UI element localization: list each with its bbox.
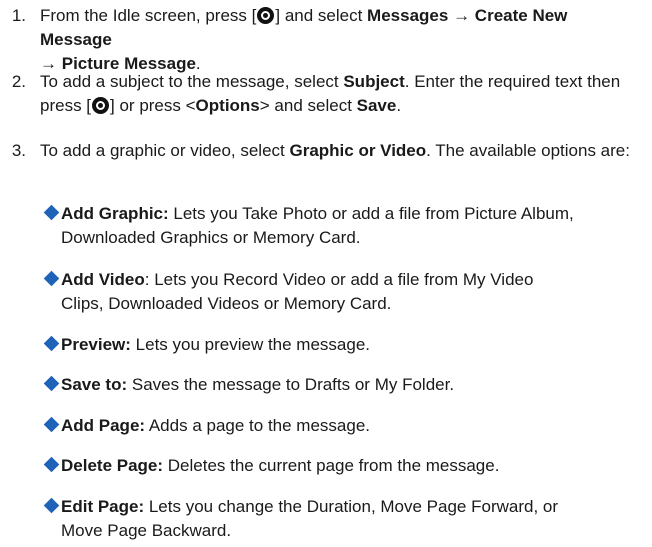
- menu-messages: Messages: [367, 6, 449, 25]
- option-text: Save to: Saves the message to Drafts or …: [61, 375, 454, 394]
- option-text: Add Page: Adds a page to the message.: [61, 416, 370, 435]
- step-text: To add a graphic or video, select: [40, 141, 290, 160]
- option-description: Lets you preview the message.: [130, 335, 371, 354]
- option-label: Edit Page:: [61, 497, 145, 516]
- step-3: 3. To add a graphic or video, select Gra…: [0, 139, 640, 163]
- option-description-continued: Move Page Backward.: [61, 521, 232, 540]
- option-add-video: Add Video: Lets you Record Video or add …: [43, 268, 646, 316]
- menu-subject: Subject: [343, 72, 405, 91]
- step-3-text: To add a graphic or video, select Graphi…: [40, 139, 640, 163]
- option-label: Add Page:: [61, 416, 146, 435]
- diamond-bullet-icon: [43, 335, 60, 352]
- option-save-to: Save to: Saves the message to Drafts or …: [43, 373, 646, 397]
- step-text: From the Idle screen, press [: [40, 6, 257, 25]
- step-number: 2.: [11, 72, 26, 91]
- option-text: Add Video: Lets you Record Video or add …: [61, 270, 533, 289]
- step-text: > and select: [259, 96, 357, 115]
- option-preview: Preview: Lets you preview the message.: [43, 333, 646, 357]
- step-number: 3.: [11, 141, 26, 160]
- option-text: Delete Page: Deletes the current page fr…: [61, 456, 499, 475]
- diamond-bullet-icon: [43, 375, 60, 392]
- menu-graphic-or-video: Graphic or Video: [289, 141, 427, 160]
- center-select-key-icon: [92, 97, 110, 114]
- diamond-bullet-icon: [43, 270, 60, 287]
- option-label: Add Video: [61, 270, 145, 289]
- option-text: Add Graphic: Lets you Take Photo or add …: [61, 204, 574, 223]
- step-text: .: [396, 96, 402, 115]
- option-description: : Lets you Record Video or add a file fr…: [144, 270, 534, 289]
- step-1: 1. From the Idle screen, press [ ] and se…: [0, 4, 640, 76]
- manual-page: 1. From the Idle screen, press [ ] and se…: [0, 0, 652, 547]
- step-1-text: From the Idle screen, press [ ] and selec…: [40, 4, 640, 76]
- option-add-page: Add Page: Adds a page to the message.: [43, 414, 646, 438]
- option-label: Delete Page:: [61, 456, 164, 475]
- option-description: Adds a page to the message.: [145, 416, 370, 435]
- option-add-graphic: Add Graphic: Lets you Take Photo or add …: [43, 202, 646, 250]
- step-text: ] or press <: [110, 96, 196, 115]
- center-select-key-icon: [257, 7, 275, 24]
- option-description: Lets you Take Photo or add a file from P…: [168, 204, 574, 223]
- step-2: 2. To add a subject to the message, sele…: [0, 70, 640, 118]
- diamond-bullet-icon: [43, 456, 60, 473]
- option-delete-page: Delete Page: Deletes the current page fr…: [43, 454, 646, 478]
- option-edit-page: Edit Page: Lets you change the Duration,…: [43, 495, 646, 543]
- step-text: ] and select: [275, 6, 368, 25]
- option-label: Preview:: [61, 335, 131, 354]
- softkey-options: Options: [195, 96, 260, 115]
- option-description-continued: Downloaded Graphics or Memory Card.: [61, 228, 361, 247]
- option-text: Preview: Lets you preview the message.: [61, 335, 370, 354]
- diamond-bullet-icon: [43, 497, 60, 514]
- step-text: . The available options are:: [426, 141, 630, 160]
- step-text: To add a subject to the message, select: [40, 72, 344, 91]
- step-2-text: To add a subject to the message, select …: [40, 70, 640, 118]
- option-description-continued: Clips, Downloaded Videos or Memory Card.: [61, 294, 392, 313]
- option-label: Save to:: [61, 375, 128, 394]
- diamond-bullet-icon: [43, 204, 60, 221]
- option-description: Saves the message to Drafts or My Folder…: [127, 375, 455, 394]
- diamond-bullet-icon: [43, 416, 60, 433]
- option-label: Add Graphic:: [61, 204, 169, 223]
- step-number: 1.: [11, 6, 26, 25]
- menu-save: Save: [356, 96, 397, 115]
- option-text: Edit Page: Lets you change the Duration,…: [61, 497, 558, 516]
- option-description: Lets you change the Duration, Move Page …: [144, 497, 559, 516]
- option-description: Deletes the current page from the messag…: [163, 456, 500, 475]
- arrow-right-icon: →: [453, 6, 471, 25]
